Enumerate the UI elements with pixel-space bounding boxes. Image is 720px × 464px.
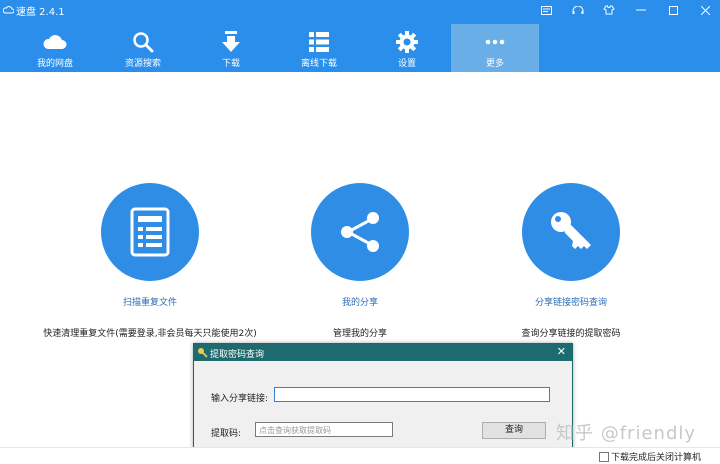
list-icon (275, 31, 363, 53)
nav-label: 离线下载 (300, 59, 337, 69)
feature-desc: 查询分享链接的提取密码 (521, 329, 621, 339)
feature-title[interactable]: 分享链接密码查询 (461, 295, 681, 308)
feature-desc: 快速清理重复文件(需要登录,非会员每天只能使用2次) (43, 329, 257, 339)
main-nav: 我的网盘 资源搜索 下载 离线下载 设置 更多 (0, 24, 539, 72)
nav-label: 我的网盘 (36, 59, 73, 69)
document-icon[interactable] (101, 183, 199, 281)
app-logo-icon (3, 6, 14, 14)
search-icon (99, 31, 187, 53)
nav-label: 下载 (221, 59, 240, 69)
dialog-title: 提取密码查询 (210, 350, 265, 360)
key-icon (198, 348, 208, 358)
app-title: 速盘 2.4.1 (16, 7, 65, 18)
title-bar: 速盘 2.4.1 (0, 0, 720, 20)
nav-label: 设置 (397, 59, 416, 69)
password-lookup-dialog: 提取密码查询 ✕ 输入分享链接: 提取码: 点击查询获取提取码 查询 (193, 343, 573, 457)
nav-settings[interactable]: 设置 (363, 24, 451, 72)
gear-icon (363, 31, 451, 53)
feature-scan-duplicates[interactable]: 扫描重复文件 快速清理重复文件(需要登录,非会员每天只能使用2次) (40, 183, 260, 339)
close-icon[interactable]: ✕ (557, 345, 566, 358)
feature-share-password-lookup[interactable]: 分享链接密码查询 查询分享链接的提取密码 (461, 183, 681, 339)
extract-code-field[interactable]: 点击查询获取提取码 (255, 422, 393, 437)
status-bar: 下载完成后关闭计算机 (0, 447, 720, 464)
nav-label: 资源搜索 (124, 59, 161, 69)
share-icon[interactable] (311, 183, 409, 281)
cloud-icon (11, 31, 99, 53)
nav-my-disk[interactable]: 我的网盘 (11, 24, 99, 72)
share-link-input[interactable] (274, 387, 550, 402)
watermark: 知乎 @friendly (556, 423, 697, 444)
skin-icon[interactable] (598, 2, 620, 18)
maximize-icon[interactable] (662, 2, 684, 18)
nav-label: 更多 (485, 59, 504, 69)
shutdown-checkbox[interactable] (599, 452, 609, 462)
dialog-title-bar[interactable]: 提取密码查询 ✕ (194, 344, 572, 361)
key-icon[interactable] (522, 183, 620, 281)
query-button[interactable]: 查询 (482, 422, 546, 439)
feature-desc: 管理我的分享 (332, 329, 387, 339)
nav-more[interactable]: 更多 (451, 24, 539, 72)
feature-title[interactable]: 扫描重复文件 (40, 295, 260, 308)
download-icon (187, 31, 275, 53)
more-icon (451, 31, 539, 53)
close-icon[interactable] (694, 2, 716, 18)
minimize-icon[interactable] (630, 2, 652, 18)
feature-title[interactable]: 我的分享 (250, 295, 470, 308)
nav-download[interactable]: 下载 (187, 24, 275, 72)
message-icon[interactable] (535, 2, 557, 18)
feature-my-shares[interactable]: 我的分享 管理我的分享 (250, 183, 470, 339)
shutdown-label[interactable]: 下载完成后关闭计算机 (611, 450, 701, 463)
nav-offline-download[interactable]: 离线下载 (275, 24, 363, 72)
link-label: 输入分享链接: (211, 394, 269, 404)
code-label: 提取码: (211, 429, 242, 439)
nav-resource-search[interactable]: 资源搜索 (99, 24, 187, 72)
headset-icon[interactable] (567, 2, 589, 18)
top-bar: 速盘 2.4.1 我的网盘 资源搜索 下载 离线下载 设置 更多 (0, 0, 720, 72)
